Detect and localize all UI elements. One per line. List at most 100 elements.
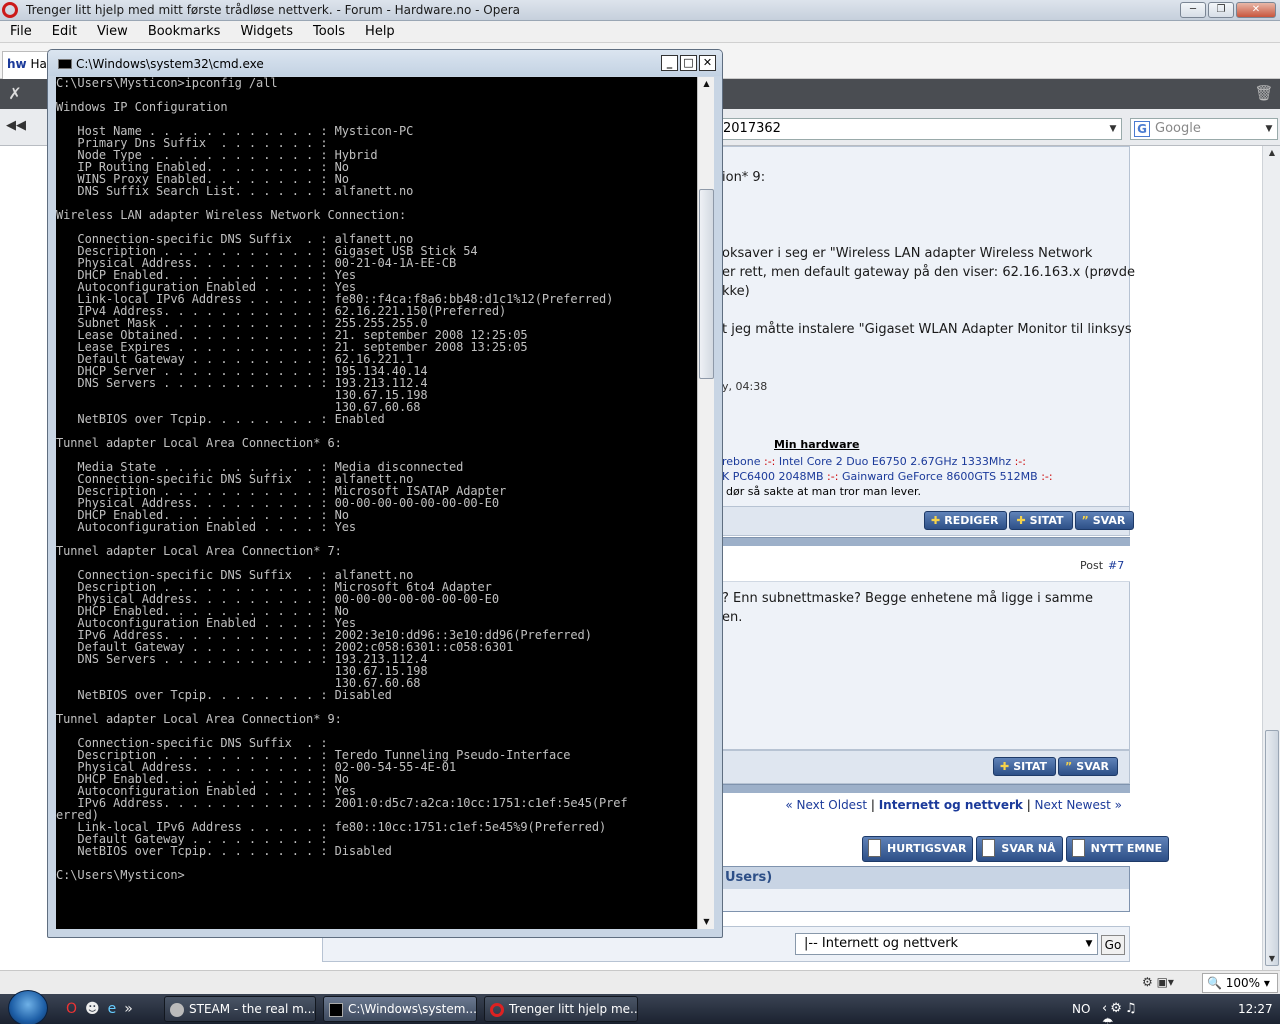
hardware-heading: Min hardware <box>774 438 860 451</box>
console-icon <box>58 59 72 69</box>
post-text-line: t jeg måtte instalere "Gigaset WLAN Adap… <box>722 322 1132 337</box>
minimize-button[interactable]: ─ <box>1180 2 1206 18</box>
language-indicator[interactable]: NO <box>1072 1002 1090 1016</box>
post-text-line: ion* 9: <box>722 170 766 185</box>
menu-tools[interactable]: Tools <box>303 24 355 39</box>
rewind-icon[interactable]: ◀◀ <box>6 118 28 138</box>
post-text-line: er rett, men default gateway på den vise… <box>722 265 1135 280</box>
hardware-line: K PC6400 2048MB :-: Gainward GeForce 860… <box>722 470 1053 483</box>
maximize-button[interactable]: ❐ <box>1208 2 1234 18</box>
zoom-select[interactable]: 🔍 100% ▾ <box>1202 973 1278 993</box>
quick-reply-button[interactable]: HURTIGSVAR <box>862 836 974 862</box>
internet-explorer-icon[interactable]: e <box>108 1001 117 1017</box>
thread-navigation: « Next Oldest | Internett og nettverk | … <box>785 798 1122 812</box>
scroll-up-icon[interactable]: ▲ <box>1265 148 1279 162</box>
opera-icon[interactable]: O <box>66 1001 77 1017</box>
quote-button[interactable]: ✚ SITAT <box>1009 511 1073 530</box>
google-icon: G <box>1134 121 1150 137</box>
post-header: Post #7 <box>722 548 1130 582</box>
post-text-line: kke) <box>722 284 750 299</box>
go-button[interactable]: Go <box>1101 935 1125 955</box>
taskbar-button-cmd[interactable]: C:\Windows\system... <box>323 996 477 1022</box>
tray-icons[interactable]: ‹⚙♫☂▤☍🔊 <box>1102 1001 1140 1024</box>
forum-link[interactable]: Internett og nettverk <box>879 798 1023 812</box>
post-text-line: ? Enn subnettmaske? Begge enhetene må li… <box>722 591 1093 606</box>
scroll-up-icon[interactable]: ▲ <box>700 77 713 91</box>
next-oldest-link[interactable]: « Next Oldest <box>785 798 867 812</box>
cmd-titlebar[interactable]: C:\Windows\system32\cmd.exe _ □ ✕ <box>48 50 722 76</box>
cmd-maximize-button[interactable]: □ <box>680 55 697 71</box>
plus-icon: ✚ <box>1000 760 1010 773</box>
forum-jump-select[interactable]: |-- Internett og nettverk ▼ <box>795 933 1098 955</box>
address-text: 2017362 <box>723 121 781 136</box>
signature: dør så sakte at man tror man lever. <box>726 485 921 498</box>
taskbar: O ☻ e » STEAM - the real m... C:\Windows… <box>0 990 1280 1024</box>
chevron-down-icon[interactable]: ▼ <box>1261 119 1277 139</box>
scroll-down-icon[interactable]: ▼ <box>1265 954 1279 968</box>
plus-icon: ✚ <box>931 514 941 527</box>
cmd-minimize-button[interactable]: _ <box>661 55 678 71</box>
taskbar-button-opera[interactable]: Trenger litt hjelp me... <box>484 996 638 1022</box>
hardware-line: rebone :-: Intel Core 2 Duo E6750 2.67GH… <box>722 455 1026 468</box>
cmd-close-button[interactable]: ✕ <box>699 55 716 71</box>
post-text-line: en. <box>722 610 743 625</box>
search-input[interactable]: G Google ▼ <box>1130 118 1278 140</box>
opera-icon <box>490 1003 504 1017</box>
menu-help[interactable]: Help <box>355 24 405 39</box>
quote-button[interactable]: ✚ SITAT <box>993 757 1057 776</box>
scroll-thumb[interactable] <box>699 189 714 379</box>
hardware-logo-icon: hw <box>7 57 27 71</box>
quote-icon: ” <box>1081 514 1089 527</box>
post-actions: ✚ REDIGER ✚ SITAT ” SVAR <box>924 511 1135 530</box>
page-scrollbar[interactable]: ▲ ▼ <box>1262 146 1280 970</box>
tools-icon[interactable]: ✗ <box>5 84 25 104</box>
document-icon <box>982 839 996 857</box>
menu-file[interactable]: File <box>0 24 42 39</box>
more-icon[interactable]: » <box>124 1001 133 1017</box>
taskbar-button-steam[interactable]: STEAM - the real m... <box>164 996 316 1022</box>
status-icons[interactable]: ⚙ ▣▾ <box>1142 975 1174 989</box>
menu-widgets[interactable]: Widgets <box>230 24 303 39</box>
cmd-title: C:\Windows\system32\cmd.exe <box>76 57 264 71</box>
trash-icon[interactable]: 🗑 <box>1254 84 1274 104</box>
address-field[interactable]: 2017362 ▼ <box>720 118 1122 140</box>
console-icon <box>329 1003 343 1017</box>
window-controls: ─ ❐ ✕ <box>1180 2 1276 18</box>
users-online-box: Users) <box>722 866 1130 912</box>
status-bar: ⚙ ▣▾ 🔍 100% ▾ <box>0 970 1280 994</box>
scroll-thumb[interactable] <box>1265 730 1279 966</box>
cmd-window-controls: _ □ ✕ <box>661 55 716 71</box>
post-divider <box>722 537 1130 546</box>
opera-logo-icon <box>2 2 18 18</box>
chevron-down-icon[interactable]: ▼ <box>1105 119 1121 139</box>
chevron-down-icon[interactable]: ▼ <box>1081 934 1097 954</box>
thread-actions: HURTIGSVAR SVAR NÅ NYTT EMNE <box>862 836 1170 862</box>
steam-icon <box>170 1003 184 1017</box>
menu-bookmarks[interactable]: Bookmarks <box>138 24 231 39</box>
edit-button[interactable]: ✚ REDIGER <box>924 511 1008 530</box>
reply-button[interactable]: ” SVAR <box>1058 757 1118 776</box>
new-topic-button[interactable]: NYTT EMNE <box>1065 836 1170 862</box>
reply-now-button[interactable]: SVAR NÅ <box>976 836 1063 862</box>
console-output-area[interactable]: C:\Users\Mysticon>ipconfig /all Windows … <box>56 77 697 929</box>
document-icon <box>868 839 881 857</box>
post-divider <box>722 784 1130 793</box>
plus-icon: ✚ <box>1016 514 1026 527</box>
users-header: Users) <box>723 867 1129 889</box>
menu-view[interactable]: View <box>87 24 138 39</box>
close-button[interactable]: ✕ <box>1236 2 1276 18</box>
scroll-down-icon[interactable]: ▼ <box>700 915 713 929</box>
next-newest-link[interactable]: Next Newest » <box>1035 798 1122 812</box>
clock[interactable]: 12:27 <box>1238 1002 1273 1016</box>
app-icon[interactable]: ☻ <box>85 1001 100 1017</box>
reply-button[interactable]: ” SVAR <box>1074 511 1135 530</box>
cmd-scrollbar[interactable]: ▲ ▼ <box>697 77 714 929</box>
menu-edit[interactable]: Edit <box>42 24 87 39</box>
forum-post <box>722 582 1130 750</box>
post-label: Post <box>1080 559 1104 572</box>
opera-titlebar: Trenger litt hjelp med mitt første trådl… <box>0 0 1280 21</box>
post-number-link[interactable]: #7 <box>1108 559 1124 572</box>
quote-icon: ” <box>1065 760 1073 773</box>
start-button[interactable] <box>8 990 48 1024</box>
document-icon <box>1071 839 1085 857</box>
